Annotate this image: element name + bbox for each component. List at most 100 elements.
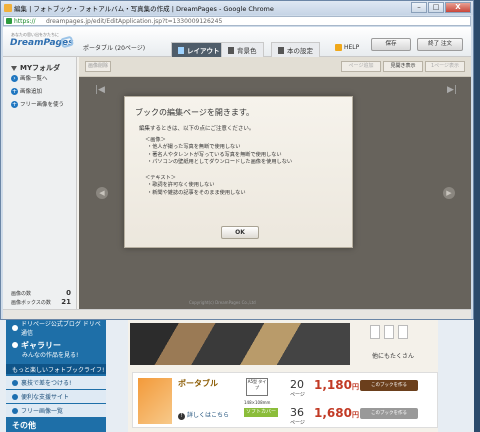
url-scheme: https:// bbox=[14, 18, 36, 25]
page-count: 20 bbox=[290, 378, 304, 391]
address-bar[interactable]: https:// dreampages.jp/edit/EditApplicat… bbox=[3, 16, 471, 26]
save-button[interactable]: 保存 bbox=[371, 38, 411, 51]
title-bar[interactable]: 編集 | フォトブック・フォトアルバム・写真集の作成 | DreamPages … bbox=[1, 1, 473, 15]
first-page-icon[interactable]: |◀ bbox=[95, 85, 105, 95]
bullet-icon bbox=[12, 407, 18, 414]
spread-view-button[interactable]: 見開き表示 bbox=[383, 61, 423, 72]
section-band-label: もっと楽しいフォトブックライフ! bbox=[12, 366, 105, 374]
background-scrollbar[interactable] bbox=[474, 0, 480, 432]
ok-button[interactable]: OK bbox=[221, 226, 259, 239]
background-sidebar: ドリページ公式ブログ ドリペ通信 ギャラリー みんなの作品を見る! もっと楽しい… bbox=[6, 320, 106, 432]
text-rule-line: ・歌詞を許可なく使用しない bbox=[147, 182, 215, 189]
add-page-button[interactable]: ページ追加 bbox=[341, 61, 381, 72]
page-unit: ページ bbox=[290, 392, 305, 398]
page-unit: ページ bbox=[290, 420, 305, 426]
editor-toolbar: 画像削除 ページ追加 見開き表示 1ページ表示 bbox=[79, 57, 471, 77]
image-rules: ＜画像＞ ・他人が撮った写真を無断で使用しない ・著名人やタレントが写っている写… bbox=[145, 137, 292, 167]
tab-background-color-label: 背景色 bbox=[237, 47, 257, 55]
product-title: ポータブル bbox=[178, 379, 218, 388]
price-unit: 円 bbox=[351, 411, 359, 419]
thumbnail bbox=[370, 325, 380, 339]
help-label: HELP bbox=[344, 44, 360, 51]
window-controls: – □ X bbox=[411, 2, 471, 13]
maximize-button[interactable]: □ bbox=[428, 2, 444, 13]
finish-order-button[interactable]: 終了 注文 bbox=[417, 38, 463, 51]
book-settings-icon bbox=[278, 46, 284, 54]
thumbnail bbox=[398, 325, 408, 339]
other-section-label: その他 bbox=[12, 420, 36, 430]
dialog-intro: 編集するときは、以下の点にご注意ください。 bbox=[139, 126, 255, 132]
next-page-icon[interactable]: ▶ bbox=[443, 187, 455, 199]
image-box-count-label: 画像ボックスの数 bbox=[11, 300, 51, 306]
image-box-count: 画像ボックスの数 21 bbox=[11, 298, 71, 306]
text-rules: ＜テキスト＞ ・歌詞を許可なく使用しない ・新聞や雑誌の記事をそのまま使用しない bbox=[145, 175, 246, 197]
page-favicon-icon bbox=[4, 4, 12, 12]
free-images-link[interactable]: フリー画像一覧 bbox=[6, 404, 106, 417]
section-band: もっと楽しいフォトブックライフ! bbox=[6, 364, 106, 374]
book-type: ポータブル (20ページ) bbox=[83, 45, 146, 52]
last-page-icon[interactable]: ▶| bbox=[447, 85, 457, 95]
add-image-link[interactable]: + 画像追加 bbox=[11, 87, 42, 95]
layout-icon bbox=[178, 46, 184, 54]
gallery-sub: みんなの作品を見る! bbox=[6, 350, 106, 359]
free-image-link[interactable]: + フリー画像を使う bbox=[11, 100, 64, 108]
image-count-label: 画像の数 bbox=[11, 291, 32, 297]
gallery-link[interactable]: ギャラリー bbox=[6, 340, 106, 350]
info-icon: ! bbox=[178, 413, 185, 420]
window-title: 編集 | フォトブック・フォトアルバム・写真集の作成 | DreamPages … bbox=[14, 5, 274, 13]
background-color-icon bbox=[228, 46, 234, 54]
close-button[interactable]: X bbox=[445, 2, 471, 13]
product-size: 148×108mm bbox=[244, 400, 271, 405]
plus-circle-icon: + bbox=[11, 87, 18, 95]
blog-link[interactable]: ドリページ公式ブログ ドリペ通信 bbox=[6, 321, 106, 337]
support-link-label: 便利な支援サイト bbox=[21, 394, 70, 401]
price-unit: 円 bbox=[351, 383, 359, 391]
size-badge: A5型 タイプ bbox=[246, 378, 268, 396]
add-image-label: 画像追加 bbox=[20, 89, 43, 95]
photobook-image bbox=[130, 323, 350, 365]
image-count: 画像の数 0 bbox=[11, 289, 71, 297]
my-folder-sidebar: MYフォルダ › 画像一覧へ + 画像追加 + フリー画像を使う 画像の数 0 … bbox=[3, 57, 77, 309]
gallery-sub-label: みんなの作品を見る! bbox=[22, 351, 79, 359]
product-detail-link-label: 詳しくはこちら bbox=[187, 412, 230, 419]
image-rule-line: ・他人が撮った写真を無断で使用しない bbox=[147, 144, 241, 151]
app-header: あなたの思い出をかたちに DreamPages ポータブル (20ページ) レイ… bbox=[3, 27, 471, 57]
text-rule-line: ・新聞や雑誌の記事をそのまま使用しない bbox=[147, 189, 246, 196]
free-image-label: フリー画像を使う bbox=[20, 102, 65, 108]
image-box-count-value: 21 bbox=[61, 298, 71, 306]
bullet-icon bbox=[12, 325, 18, 331]
help-link[interactable]: HELP bbox=[335, 44, 359, 51]
url-text: dreampages.jp/edit/EditApplication.jsp?t… bbox=[46, 18, 223, 25]
my-folder-title-label: MYフォルダ bbox=[20, 64, 61, 72]
delete-image-button[interactable]: 画像削除 bbox=[85, 61, 111, 72]
bullet-icon bbox=[12, 393, 18, 400]
notice-dialog: ブックの編集ページを開きます。 編集するときは、以下の点にご注意ください。 ＜画… bbox=[124, 96, 353, 248]
prev-page-icon[interactable]: ◀ bbox=[96, 187, 108, 199]
image-list-label: 画像一覧へ bbox=[20, 76, 48, 82]
tab-background-color[interactable]: 背景色 bbox=[221, 42, 264, 57]
more-text: 他にもたくさん bbox=[372, 353, 415, 360]
make-book-button[interactable]: このブックを作る bbox=[360, 380, 418, 391]
dialog-title: ブックの編集ページを開きます。 bbox=[135, 108, 255, 117]
make-book-button[interactable]: このブックを作る bbox=[360, 408, 418, 419]
price: 1,680円 bbox=[314, 406, 359, 420]
plus-circle-icon: + bbox=[11, 100, 18, 108]
thumbnail bbox=[384, 325, 394, 339]
tab-layout-label: レイアウト bbox=[187, 47, 220, 55]
product-detail-link[interactable]: ! 詳しくはこちら bbox=[178, 410, 229, 420]
tab-book-settings[interactable]: 本の設定 bbox=[271, 42, 320, 57]
page-count: 36 bbox=[290, 406, 304, 419]
tips-link[interactable]: 裏技で差をつける! bbox=[6, 376, 106, 389]
tab-book-settings-label: 本の設定 bbox=[287, 47, 313, 55]
minimize-button[interactable]: – bbox=[411, 2, 427, 13]
tips-link-label: 裏技で差をつける! bbox=[21, 380, 72, 387]
tab-layout[interactable]: レイアウト bbox=[171, 42, 227, 57]
single-page-view-button[interactable]: 1ページ表示 bbox=[425, 61, 465, 72]
help-icon bbox=[335, 44, 342, 51]
my-folder-title[interactable]: MYフォルダ bbox=[11, 63, 60, 73]
support-link[interactable]: 便利な支援サイト bbox=[6, 390, 106, 403]
cover-badge: ソフトカバー bbox=[244, 408, 278, 417]
image-count-value: 0 bbox=[66, 289, 71, 297]
bullet-icon bbox=[12, 342, 18, 348]
image-list-link[interactable]: › 画像一覧へ bbox=[11, 74, 48, 82]
